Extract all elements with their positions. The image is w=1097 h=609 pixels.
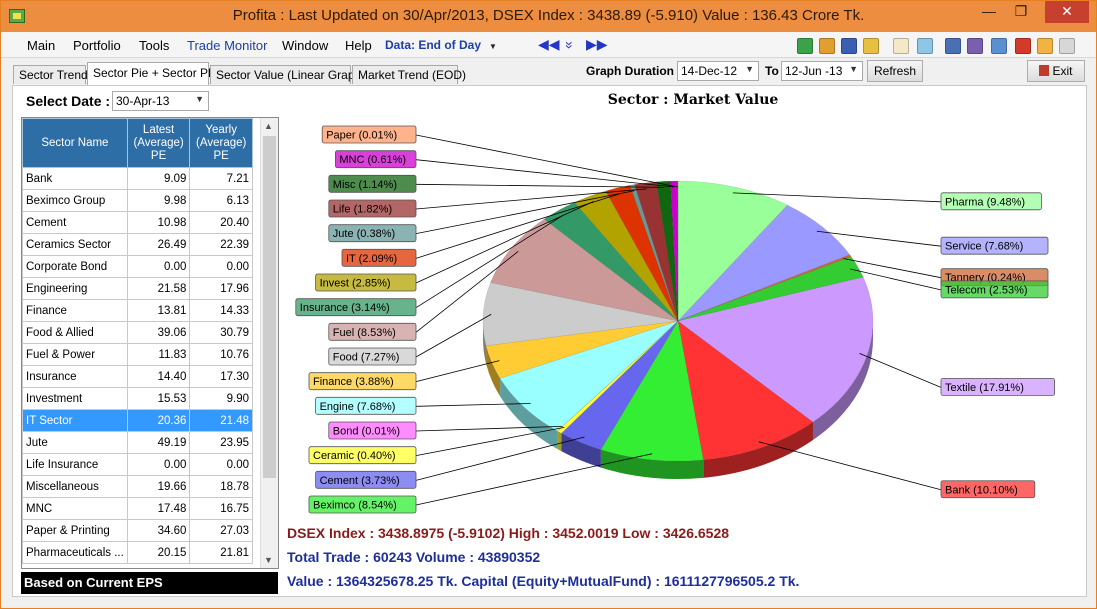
slice-label: Misc (1.14%) — [333, 179, 397, 191]
menu-tools[interactable]: Tools — [139, 38, 169, 53]
dsex-index-line: DSEX Index : 3438.8975 (-5.9102) High : … — [287, 525, 730, 541]
tab-sector-trend[interactable]: Sector Trend — [13, 65, 88, 84]
exit-label: Exit — [1052, 64, 1073, 78]
tab-sector-value[interactable]: Sector Value (Linear Graph) — [210, 65, 365, 84]
slice-label: Jute (0.38%) — [333, 228, 395, 240]
to-date-picker[interactable]: 12-Jun -13 ▼ — [781, 61, 863, 81]
menu-portfolio[interactable]: Portfolio — [73, 38, 121, 53]
leader-line — [415, 134, 679, 188]
refresh-button[interactable]: Refresh — [867, 60, 923, 82]
slice-label: Life (1.82%) — [333, 204, 392, 216]
data-mode-label: Data: End of Day — [385, 38, 482, 52]
trade-volume-line: Total Trade : 60243 Volume : 43890352 — [287, 549, 541, 565]
exit-button[interactable]: Exit — [1027, 60, 1085, 82]
graph-duration-label: Graph Duration : — [586, 64, 682, 78]
title-bar: Profita : Last Updated on 30/Apr/2013, D… — [1, 1, 1096, 32]
exit-icon — [1039, 65, 1050, 76]
value-capital-line: Value : 1364325678.25 Tk. Capital (Equit… — [287, 573, 800, 589]
slice-label: Fuel (8.53%) — [333, 327, 396, 339]
menu-trade-monitor[interactable]: Trade Monitor — [187, 38, 267, 53]
first-page-button[interactable]: ◀◀ — [538, 36, 560, 53]
slice-label: Bond (0.01%) — [333, 426, 400, 438]
sector-pie-chart: Paper (0.01%) MNC (0.61%) Misc (1.14%) Life… — [295, 125, 1055, 514]
pie-slice-side — [557, 431, 562, 452]
to-date-value: 12-Jun -13 — [785, 64, 843, 78]
menu-main[interactable]: Main — [27, 38, 55, 53]
restore-button[interactable]: ❐ — [1007, 1, 1035, 23]
mail-icon[interactable] — [1015, 38, 1031, 54]
leader-line — [415, 453, 653, 506]
leader-line — [415, 360, 500, 383]
notes-icon[interactable] — [1037, 38, 1053, 54]
tab-strip: Sector Trend Sector Pie + Sector PE Sect… — [1, 58, 1096, 86]
menu-bar: Main Portfolio Tools Trade Monitor Windo… — [1, 32, 1096, 58]
leader-line — [859, 352, 942, 388]
window-title: Profita : Last Updated on 30/Apr/2013, D… — [232, 7, 865, 24]
leader-line — [758, 441, 942, 491]
main-content: Select Date : 30-Apr-13 ▼ Sector Name Lat… — [12, 85, 1087, 597]
download-icon[interactable] — [797, 38, 813, 54]
app-window: Profita : Last Updated on 30/Apr/2013, D… — [0, 0, 1097, 609]
close-button[interactable]: ✕ — [1045, 1, 1089, 23]
slice-label: Textile (17.91%) — [945, 382, 1024, 394]
slice-label: Invest (2.85%) — [320, 278, 391, 290]
menu-window[interactable]: Window — [282, 38, 328, 53]
slice-label: Engine (7.68%) — [320, 401, 396, 413]
books-icon[interactable] — [841, 38, 857, 54]
calculator-icon[interactable] — [991, 38, 1007, 54]
last-page-button[interactable]: ▶▶ — [586, 36, 608, 53]
chevron-down-icon: ▼ — [849, 64, 858, 74]
data-mode-dropdown[interactable]: Data: End of Day ▼ — [385, 38, 497, 52]
edit-icon[interactable] — [893, 38, 909, 54]
slice-label: Paper (0.01%) — [326, 130, 397, 142]
slice-label: Cement (3.73%) — [320, 475, 400, 487]
slice-label: Telecom (2.53%) — [945, 284, 1028, 296]
from-date-picker[interactable]: 14-Dec-12 ▼ — [677, 61, 759, 81]
from-date-value: 14-Dec-12 — [681, 64, 738, 78]
slice-label: Bank (10.10%) — [945, 484, 1018, 496]
slice-label: IT (2.09%) — [346, 253, 397, 265]
hand-icon[interactable] — [863, 38, 879, 54]
chevron-down-icon: ▼ — [489, 42, 497, 51]
slice-label: Insurance (3.14%) — [300, 302, 390, 314]
leader-line — [415, 427, 565, 457]
slice-label: Beximco (8.54%) — [313, 500, 397, 512]
leader-line — [415, 159, 675, 188]
slice-label: Food (7.27%) — [333, 352, 400, 364]
leader-line — [415, 313, 492, 358]
slice-label: Finance (3.88%) — [313, 376, 394, 388]
slice-label: MNC (0.61%) — [339, 154, 406, 166]
to-label: To — [765, 64, 779, 78]
slice-label: Ceramic (0.40%) — [313, 450, 396, 462]
portfolio-icon[interactable] — [945, 38, 961, 54]
minimize-button[interactable]: — — [975, 1, 1003, 23]
down-button[interactable]: » — [562, 41, 578, 49]
tab-market-trend[interactable]: Market Trend (EOD) — [352, 65, 466, 84]
report-icon[interactable] — [967, 38, 983, 54]
slice-label: Pharma (9.48%) — [945, 196, 1025, 208]
tab-sector-pie[interactable]: Sector Pie + Sector PE — [87, 62, 216, 85]
picture-icon[interactable] — [917, 38, 933, 54]
chevron-down-icon: ▼ — [745, 64, 754, 74]
print-icon[interactable] — [1059, 38, 1075, 54]
bar-chart-icon[interactable] — [819, 38, 835, 54]
menu-help[interactable]: Help — [345, 38, 372, 53]
slice-label: Service (7.68%) — [945, 241, 1023, 253]
